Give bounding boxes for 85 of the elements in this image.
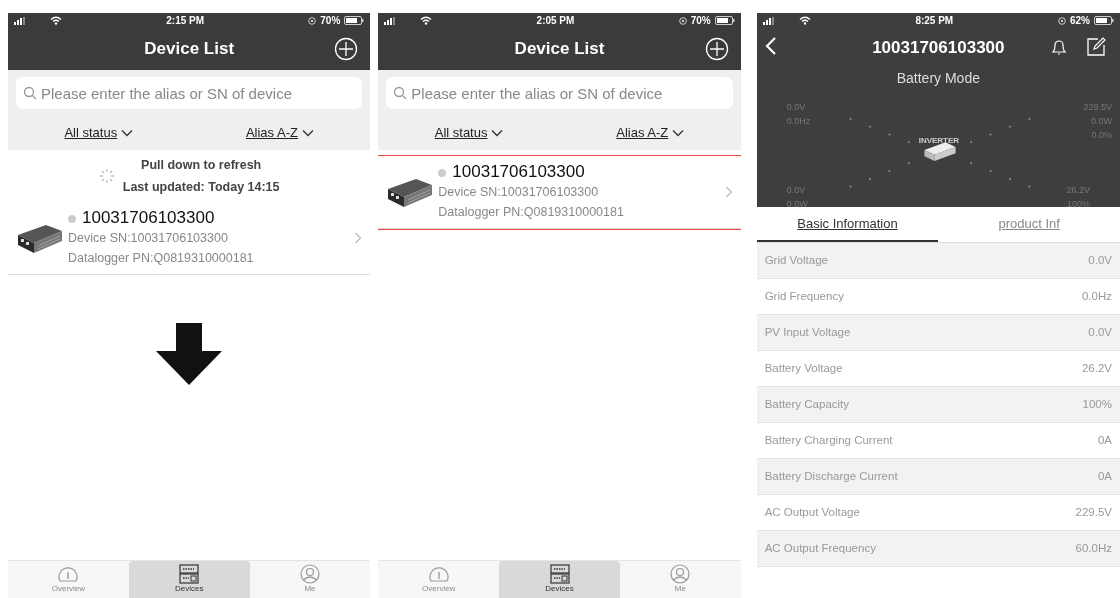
- chevron-down-icon: [121, 129, 134, 137]
- search-field[interactable]: Please enter the alias or SN of device: [386, 77, 733, 109]
- alarm-button[interactable]: [1050, 37, 1068, 57]
- chevron-right-icon: [724, 186, 733, 198]
- screen-title: Device List: [514, 38, 605, 61]
- wifi-icon: [420, 16, 433, 25]
- device-name: 10031706103300: [68, 208, 351, 228]
- device-serial: Device SN:10031706103300: [438, 184, 600, 201]
- info-value: 0.0V: [1088, 252, 1112, 268]
- battery-percent: 70%: [690, 14, 711, 28]
- gauge-icon: [57, 564, 80, 584]
- chevron-down-icon: [301, 129, 314, 137]
- chevron-down-icon: [672, 129, 685, 137]
- info-label: PV Input Voltage: [764, 324, 851, 340]
- bell-icon: [1050, 37, 1068, 57]
- edit-button[interactable]: [1086, 37, 1106, 57]
- last-updated-text: Last updated: Today 14:15: [122, 179, 280, 196]
- info-value: 26.2V: [1081, 360, 1112, 376]
- tab-bar-item[interactable]: Devices: [499, 561, 620, 598]
- tab-bar-item[interactable]: Me: [249, 561, 371, 598]
- screen-title: Device List: [144, 38, 235, 61]
- status-time: 8:25 PM: [915, 14, 954, 28]
- tab-bar-item[interactable]: Overview: [378, 561, 500, 598]
- chevron-right-icon: [354, 232, 363, 244]
- info-label: AC Output Voltage: [764, 504, 860, 520]
- filter-dropdown[interactable]: All status: [64, 123, 134, 143]
- info-label: Battery Discharge Current: [764, 468, 898, 484]
- info-value: 60.0Hz: [1075, 540, 1112, 556]
- search-field[interactable]: Please enter the alias or SN of device: [16, 77, 363, 109]
- person-icon: [298, 564, 321, 584]
- add-button[interactable]: [704, 37, 729, 61]
- status-time: 2:05 PM: [536, 14, 575, 28]
- tab-bar-item[interactable]: Me: [619, 561, 741, 598]
- info-label: AC Output Frequency: [764, 540, 876, 556]
- status-time: 2:15 PM: [166, 14, 205, 28]
- edit-icon: [1086, 37, 1106, 57]
- person-icon: [669, 564, 692, 584]
- info-label: Grid Voltage: [764, 252, 828, 268]
- battery-icon: [714, 16, 735, 25]
- info-label: Battery Voltage: [764, 360, 843, 376]
- battery-percent: 62%: [1069, 14, 1090, 28]
- mode-label: Battery Mode: [895, 69, 981, 88]
- add-icon: [704, 37, 729, 61]
- inverter-label: INVERTER: [918, 135, 960, 147]
- tab-bar-item[interactable]: Overview: [8, 561, 129, 598]
- filter-dropdown[interactable]: All status: [434, 123, 504, 143]
- device-list-item[interactable]: 10031706103300 Device SN:10031706103300 Datalogger PN:Q0819310000181: [378, 156, 741, 229]
- info-value: 0A: [1097, 432, 1112, 448]
- wifi-icon: [50, 16, 62, 25]
- battery-icon: [344, 16, 365, 25]
- add-button[interactable]: [334, 37, 359, 61]
- info-label: Battery Charging Current: [764, 432, 893, 448]
- filter-dropdown[interactable]: Alias A-Z: [616, 123, 685, 143]
- datalogger-number: Datalogger PN:Q0819310000181: [68, 250, 255, 267]
- loading-spinner-icon: [98, 168, 115, 184]
- datalogger-number: Datalogger PN:Q0819310000181: [438, 204, 625, 221]
- info-tab[interactable]: product Inf: [938, 207, 1120, 242]
- info-value: 0.0Hz: [1081, 288, 1112, 304]
- screen-title: 10031706103300: [872, 37, 1005, 60]
- device-name: 10031706103300: [438, 162, 721, 182]
- info-value: 100%: [1082, 396, 1112, 412]
- info-value: 0A: [1097, 468, 1112, 484]
- signal-icon: [384, 16, 397, 25]
- add-icon: [334, 37, 359, 61]
- device-list-item[interactable]: 10031706103300 Device SN:10031706103300 Datalogger PN:Q0819310000181: [8, 202, 371, 275]
- back-icon: [764, 36, 777, 56]
- signal-icon: [14, 16, 26, 25]
- gauge-icon: [427, 564, 450, 584]
- device-rack-icon: [548, 564, 571, 584]
- info-value: 229.5V: [1075, 504, 1112, 520]
- signal-icon: [762, 16, 775, 25]
- info-label: Battery Capacity: [764, 396, 850, 412]
- battery-icon: [1093, 16, 1114, 25]
- filter-dropdown[interactable]: Alias A-Z: [245, 123, 314, 143]
- device-serial: Device SN:10031706103300: [68, 230, 229, 247]
- info-label: Grid Frequency: [764, 288, 844, 304]
- refresh-hint: Pull down to refresh: [140, 157, 263, 174]
- inverter-icon: [924, 142, 956, 161]
- tab-bar-item[interactable]: Devices: [128, 561, 250, 598]
- wifi-icon: [798, 16, 811, 25]
- info-value: 0.0V: [1088, 324, 1112, 340]
- back-button[interactable]: [764, 36, 777, 56]
- device-rack-icon: [178, 564, 201, 584]
- chevron-down-icon: [491, 129, 504, 137]
- battery-percent: 70%: [320, 14, 341, 28]
